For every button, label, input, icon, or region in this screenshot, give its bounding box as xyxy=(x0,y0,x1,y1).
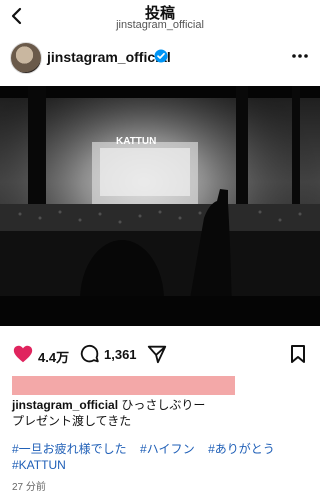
avatar[interactable] xyxy=(10,42,42,74)
verified-badge-icon xyxy=(154,49,168,63)
heart-icon[interactable] xyxy=(12,343,34,365)
redaction-bar xyxy=(12,376,235,395)
more-options-icon[interactable] xyxy=(290,48,310,64)
post-username[interactable]: jinstagram_official xyxy=(47,49,171,65)
bookmark-icon[interactable] xyxy=(289,344,307,364)
hashtag[interactable]: #KATTUN xyxy=(12,458,66,472)
hashtag[interactable]: #ありがとう xyxy=(208,442,275,456)
like-count[interactable]: 4.4万 xyxy=(38,347,69,366)
post-timestamp: 27 分前 xyxy=(12,482,46,493)
caption-text-line-2: プレゼント渡してきた xyxy=(12,414,132,428)
post-photo[interactable]: KATTUN xyxy=(0,86,320,326)
send-icon[interactable] xyxy=(146,343,168,365)
hashtag[interactable]: #ハイフン xyxy=(140,442,195,456)
hashtags: #一旦お疲れ様でした #ハイフン #ありがとう #KATTUN xyxy=(12,441,308,473)
comment-icon[interactable] xyxy=(79,343,101,365)
post-actions: 4.4万 1,361 xyxy=(0,340,320,370)
top-navigation-bar: 投稿 jinstagram_official xyxy=(0,0,320,36)
post-caption: jinstagram_official ひっさしぶりー プレゼント渡してきた xyxy=(12,397,308,429)
comment-count[interactable]: 1,361 xyxy=(104,347,137,362)
post-header: jinstagram_official xyxy=(0,40,320,76)
caption-text-line-1: ひっさしぶりー xyxy=(121,398,206,412)
caption-username[interactable]: jinstagram_official xyxy=(12,398,118,412)
stage-sign: KATTUN xyxy=(116,136,156,147)
concert-photo: KATTUN xyxy=(0,86,320,326)
hashtag[interactable]: #一旦お疲れ様でした xyxy=(12,442,127,456)
page-subtitle: jinstagram_official xyxy=(116,19,204,31)
